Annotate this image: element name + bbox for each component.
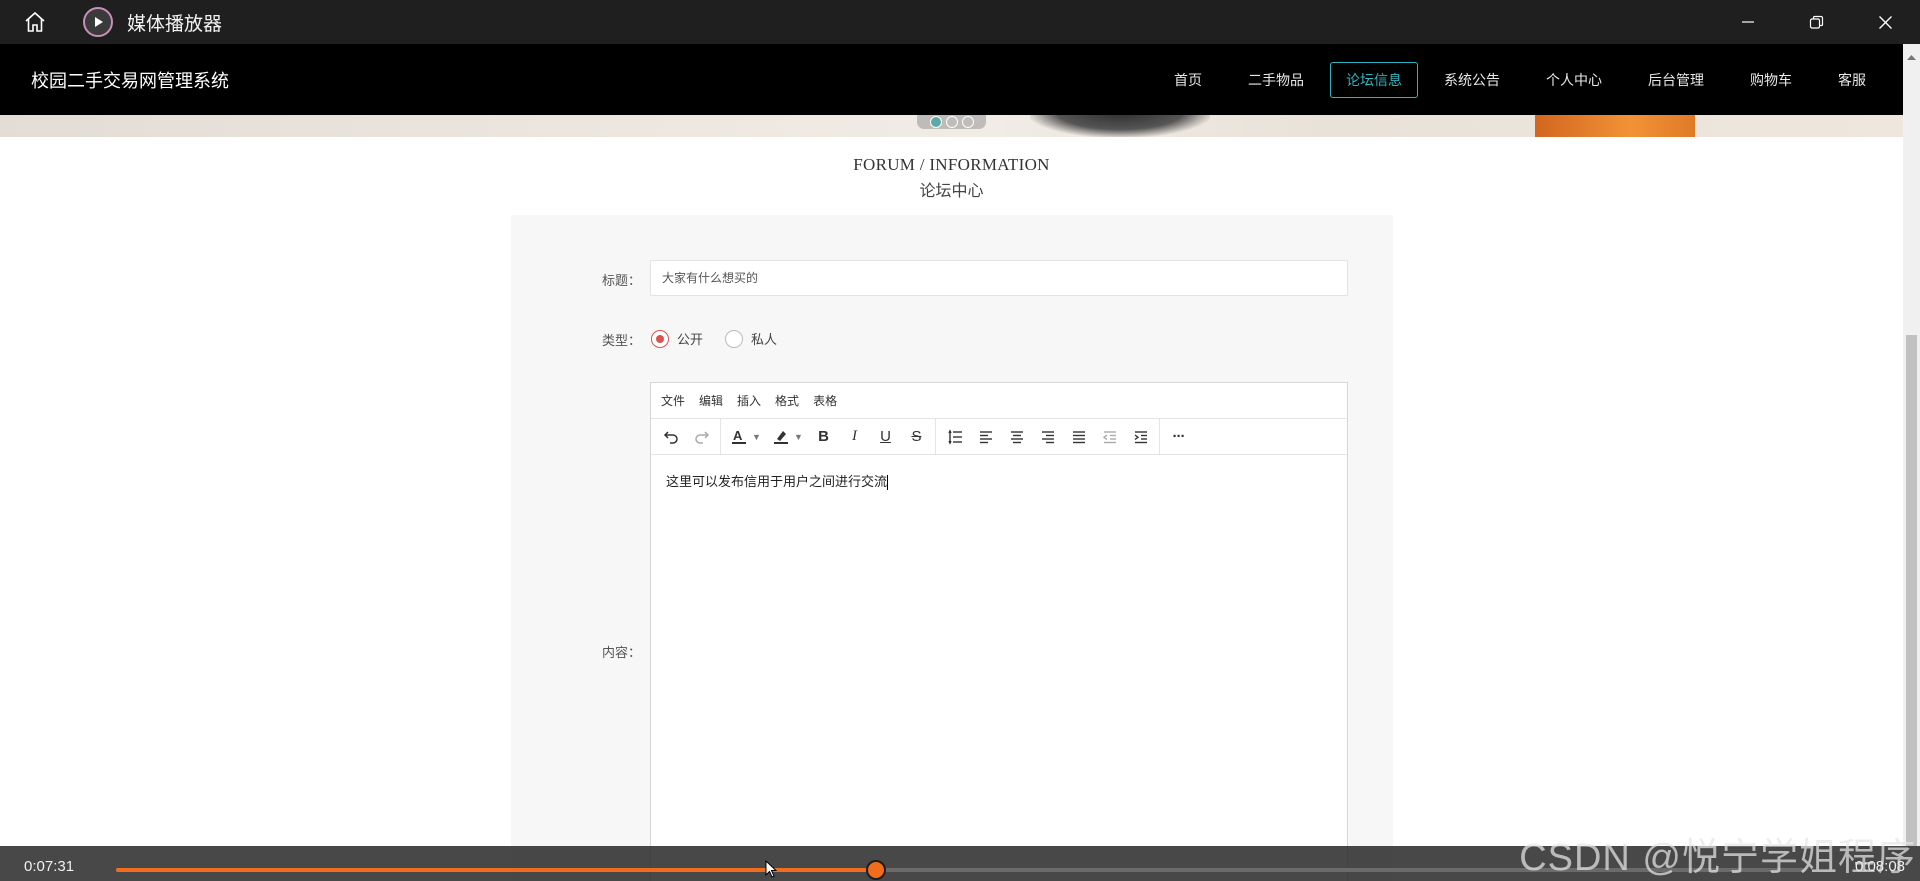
- radio-unchecked-icon[interactable]: [725, 329, 744, 348]
- bold-icon[interactable]: B: [808, 422, 839, 452]
- text-color-icon[interactable]: A ▼: [724, 422, 766, 452]
- app-title: 媒体播放器: [127, 13, 223, 35]
- seek-bar-handle[interactable]: [865, 860, 886, 880]
- indent-icon[interactable]: [1125, 422, 1156, 452]
- banner-image-object: [1535, 115, 1695, 137]
- section-heading-en: FORUM / INFORMATION: [853, 155, 1050, 174]
- nav-item-service[interactable]: 客服: [1815, 62, 1889, 98]
- type-radio-group: 公开 私人: [651, 329, 799, 348]
- title-label: 标题：: [601, 273, 641, 288]
- nav-item-cart[interactable]: 购物车: [1727, 62, 1815, 98]
- minimize-icon[interactable]: [1713, 0, 1782, 44]
- seek-bar-fill: [116, 868, 876, 872]
- underline-icon[interactable]: U: [870, 422, 901, 452]
- strikethrough-icon[interactable]: S: [901, 422, 932, 452]
- nav-item-secondhand[interactable]: 二手物品: [1225, 62, 1327, 98]
- close-icon[interactable]: [1851, 0, 1920, 44]
- scroll-up-arrow-icon[interactable]: [1906, 48, 1917, 60]
- editor-content-area[interactable]: 这里可以发布信用于用户之间进行交流: [651, 455, 1347, 506]
- menu-file[interactable]: 文件: [661, 392, 685, 409]
- menu-table[interactable]: 表格: [813, 392, 837, 409]
- nav-item-home[interactable]: 首页: [1151, 62, 1225, 98]
- toolbar-divider: [720, 418, 721, 455]
- watermark: CSDN @悦宁学姐程序: [1519, 837, 1916, 879]
- site-title: 校园二手交易网管理系统: [31, 70, 229, 91]
- carousel-indicators: [917, 115, 986, 129]
- carousel-dot-3[interactable]: [961, 116, 974, 128]
- highlight-color-icon[interactable]: ▼: [766, 422, 808, 452]
- main-nav: 首页 二手物品 论坛信息 系统公告 个人中心 后台管理 购物车 客服: [1151, 44, 1889, 115]
- text-cursor: [887, 475, 889, 491]
- editor-toolbar: A ▼ ▼ B I U S ···: [651, 418, 1347, 455]
- section-heading-cn: 论坛中心: [919, 183, 984, 200]
- current-time: 0:07:31: [24, 858, 75, 875]
- menu-insert[interactable]: 插入: [737, 392, 761, 409]
- nav-item-admin[interactable]: 后台管理: [1625, 62, 1727, 98]
- window-controls: [1713, 0, 1920, 44]
- nav-item-profile[interactable]: 个人中心: [1523, 62, 1625, 98]
- media-player-logo-icon: [83, 7, 113, 37]
- rich-text-editor: 文件 编辑 插入 格式 表格 A ▼ ▼ B I U S ··· 这里可以发布信…: [650, 382, 1348, 881]
- more-icon[interactable]: ···: [1163, 422, 1194, 452]
- type-option-private[interactable]: 私人: [725, 329, 777, 348]
- banner-image-figure: [1030, 115, 1210, 137]
- site-header: 校园二手交易网管理系统 首页 二手物品 论坛信息 系统公告 个人中心 后台管理 …: [0, 44, 1903, 115]
- forum-form-panel: 标题： 大家有什么想买的 类型： 公开 私人 内容： 文件 编辑 插入 格式 表…: [511, 215, 1393, 881]
- nav-item-announcements[interactable]: 系统公告: [1421, 62, 1523, 98]
- toolbar-divider: [1159, 418, 1160, 455]
- type-option-public-label: 公开: [677, 332, 704, 347]
- align-center-icon[interactable]: [1001, 422, 1032, 452]
- toolbar-divider: [935, 418, 936, 455]
- home-icon[interactable]: [17, 4, 53, 40]
- undo-icon[interactable]: [655, 422, 686, 452]
- title-input[interactable]: 大家有什么想买的: [650, 260, 1348, 296]
- mouse-cursor-icon: [765, 859, 778, 881]
- carousel-dot-2[interactable]: [945, 116, 958, 128]
- menu-edit[interactable]: 编辑: [699, 392, 723, 409]
- align-left-icon[interactable]: [970, 422, 1001, 452]
- radio-checked-icon[interactable]: [651, 329, 669, 348]
- align-justify-icon[interactable]: [1063, 422, 1094, 452]
- section-heading: FORUM / INFORMATION 论坛中心: [0, 155, 1903, 201]
- align-right-icon[interactable]: [1032, 422, 1063, 452]
- chevron-down-icon: ▼: [794, 431, 803, 442]
- line-height-icon[interactable]: [939, 422, 970, 452]
- editor-text: 这里可以发布信用于用户之间进行交流: [666, 474, 888, 489]
- content-label: 内容：: [601, 645, 641, 660]
- chevron-down-icon: ▼: [752, 431, 761, 442]
- player-title-bar: 媒体播放器: [0, 0, 1920, 44]
- italic-icon[interactable]: I: [839, 422, 870, 452]
- carousel-dot-1[interactable]: [929, 116, 942, 128]
- restore-icon[interactable]: [1782, 0, 1851, 44]
- svg-text:A: A: [733, 429, 743, 443]
- menu-format[interactable]: 格式: [775, 392, 799, 409]
- outdent-icon[interactable]: [1094, 422, 1125, 452]
- type-option-public[interactable]: 公开: [651, 329, 703, 348]
- editor-menubar: 文件 编辑 插入 格式 表格: [651, 383, 1347, 419]
- nav-item-forum[interactable]: 论坛信息: [1330, 61, 1418, 98]
- type-option-private-label: 私人: [751, 332, 778, 347]
- scrollbar-thumb[interactable]: [1906, 335, 1917, 846]
- banner-carousel: [0, 115, 1903, 137]
- redo-icon[interactable]: [686, 422, 717, 452]
- type-label: 类型：: [601, 333, 641, 348]
